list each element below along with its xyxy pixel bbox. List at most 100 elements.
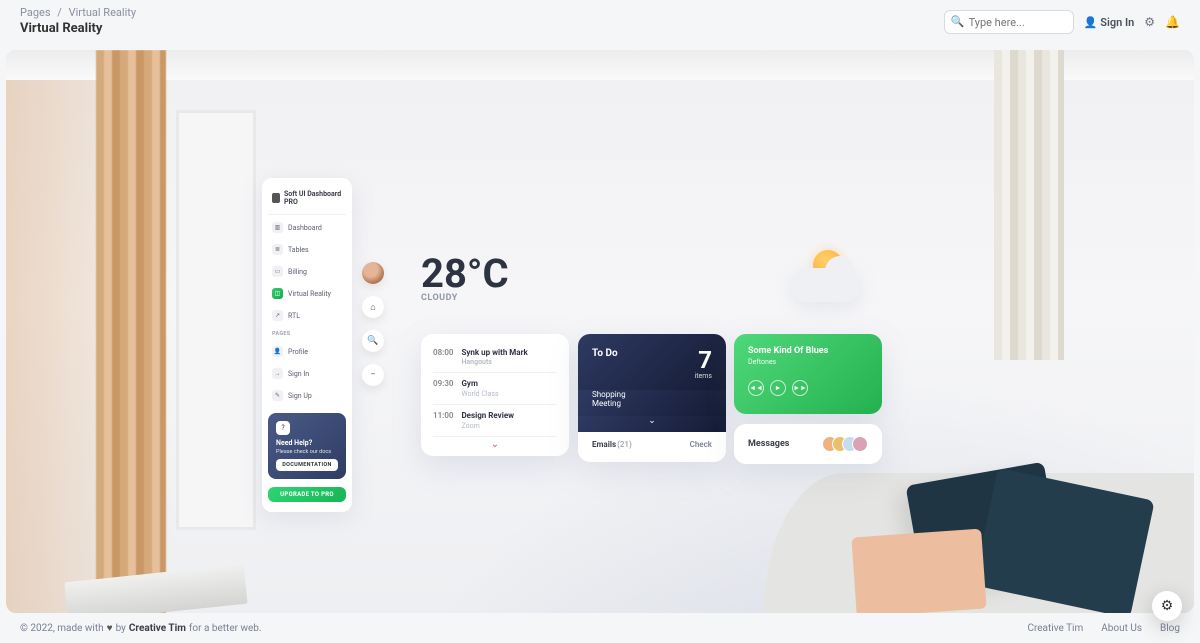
prev-icon: ◄◄	[749, 384, 763, 392]
heart-icon: ♥	[107, 623, 113, 634]
breadcrumb-root[interactable]: Pages	[20, 6, 51, 19]
weather-icon	[791, 250, 871, 310]
music-artist: Deftones	[748, 358, 868, 366]
user-icon: 👤	[1084, 16, 1098, 29]
music-card: Some Kind Of Blues Deftones ◄◄ ► ►►	[734, 334, 882, 414]
sidebar-item-billing[interactable]: ▭ Billing	[268, 262, 346, 281]
vr-icon: ◫	[272, 288, 283, 299]
billing-icon: ▭	[272, 266, 283, 277]
todo-count-label: items	[695, 372, 712, 380]
schedule-sub: World Class	[461, 390, 498, 398]
help-sub: Please check our docs	[276, 449, 338, 455]
avatar-icon	[852, 436, 868, 452]
sidebar-item-rtl[interactable]: ↗ RTL	[268, 306, 346, 325]
dashboard-icon: ▥	[272, 222, 283, 233]
music-title: Some Kind Of Blues	[748, 346, 868, 356]
search-button[interactable]: 🔍	[362, 330, 384, 352]
signup-icon: ✎	[272, 390, 283, 401]
footer-author[interactable]: Creative Tim	[129, 623, 186, 634]
search-icon: 🔍	[951, 15, 965, 28]
schedule-title: Gym	[461, 379, 498, 388]
messages-card[interactable]: Messages	[734, 424, 882, 464]
schedule-title: Design Review	[461, 411, 514, 420]
sidebar: Soft UI Dashboard PRO ▥ Dashboard ≣ Tabl…	[262, 178, 352, 512]
help-icon: ?	[276, 421, 290, 435]
sidebar-item-tables[interactable]: ≣ Tables	[268, 240, 346, 259]
signin-label: Sign In	[1100, 16, 1134, 29]
todo-line: Shopping	[592, 390, 712, 399]
settings-fab[interactable]: ⚙	[1152, 591, 1182, 621]
schedule-title: Synk up with Mark	[461, 348, 527, 357]
emails-label: Emails	[592, 440, 616, 449]
schedule-expand[interactable]: ⌄	[433, 437, 557, 452]
chevron-down-icon: ⌄	[491, 439, 499, 450]
brand[interactable]: Soft UI Dashboard PRO	[268, 188, 346, 215]
footer-link[interactable]: Blog	[1160, 623, 1180, 634]
home-button[interactable]: ⌂	[362, 296, 384, 318]
todo-count: 7	[695, 348, 712, 372]
signin-link[interactable]: 👤 Sign In	[1084, 16, 1135, 29]
schedule-row[interactable]: 09:30 Gym World Class	[433, 373, 557, 405]
sidebar-item-label: Sign In	[288, 370, 309, 378]
footer-link[interactable]: About Us	[1101, 623, 1142, 634]
page-title: Virtual Reality	[20, 21, 136, 36]
schedule-card: 08:00 Synk up with Mark Hangouts 09:30 G…	[421, 334, 569, 456]
check-link[interactable]: Check	[690, 440, 712, 449]
search-icon: 🔍	[367, 336, 378, 346]
schedule-time: 08:00	[433, 348, 453, 366]
profile-icon: 👤	[272, 346, 283, 357]
footer: © 2022, made with ♥ by Creative Tim for …	[0, 613, 1200, 643]
messages-label: Messages	[748, 439, 789, 449]
search[interactable]: 🔍	[944, 10, 1074, 34]
avatar[interactable]	[362, 262, 384, 284]
gear-icon: ⚙	[1161, 598, 1174, 614]
sidebar-item-label: Profile	[288, 348, 308, 356]
tables-icon: ≣	[272, 244, 283, 255]
sidebar-item-label: Virtual Reality	[288, 290, 331, 298]
upgrade-button[interactable]: UPGRADE TO PRO	[268, 487, 346, 502]
footer-link[interactable]: Creative Tim	[1027, 623, 1083, 634]
schedule-sub: Zoom	[461, 422, 514, 430]
schedule-tag: Hangouts	[461, 358, 491, 366]
breadcrumb[interactable]: Pages / Virtual Reality	[20, 6, 136, 19]
todo-line: Meeting	[592, 399, 712, 408]
rtl-icon: ↗	[272, 310, 283, 321]
music-next-button[interactable]: ►►	[792, 380, 808, 396]
next-icon: ►►	[793, 384, 807, 392]
gear-icon[interactable]: ⚙	[1144, 15, 1155, 29]
mini-nav: ⌂ 🔍 −	[362, 262, 384, 386]
sidebar-section-pages: PAGES	[268, 325, 346, 339]
help-title: Need Help?	[276, 439, 338, 447]
sidebar-item-signup[interactable]: ✎ Sign Up	[268, 386, 346, 405]
breadcrumb-sep: /	[57, 6, 62, 19]
minus-icon: −	[370, 370, 375, 380]
play-icon: ►	[775, 384, 782, 392]
help-card: ? Need Help? Please check our docs DOCUM…	[268, 413, 346, 479]
footer-suffix: for a better web.	[189, 623, 262, 634]
sidebar-item-virtual-reality[interactable]: ◫ Virtual Reality	[268, 284, 346, 303]
weather: 28°C CLOUDY	[421, 250, 509, 303]
documentation-button[interactable]: DOCUMENTATION	[276, 459, 338, 471]
bell-icon[interactable]: 🔔	[1165, 15, 1180, 29]
brand-logo-icon	[272, 193, 280, 203]
sidebar-item-profile[interactable]: 👤 Profile	[268, 342, 346, 361]
footer-by: by	[116, 623, 126, 634]
sidebar-item-label: Tables	[288, 246, 309, 254]
schedule-row[interactable]: 11:00 Design Review Zoom	[433, 405, 557, 437]
chevron-down-icon: ⌄	[648, 416, 656, 426]
room-background: Soft UI Dashboard PRO ▥ Dashboard ≣ Tabl…	[6, 50, 1194, 613]
signin-icon: →	[272, 368, 283, 379]
breadcrumb-current[interactable]: Virtual Reality	[69, 6, 136, 19]
sidebar-item-dashboard[interactable]: ▥ Dashboard	[268, 218, 346, 237]
minimize-button[interactable]: −	[362, 364, 384, 386]
schedule-time: 09:30	[433, 379, 453, 398]
todo-expand[interactable]: ⌄	[578, 416, 726, 432]
sidebar-item-label: Billing	[288, 268, 307, 276]
music-play-button[interactable]: ►	[770, 380, 786, 396]
emails-count: (21)	[617, 440, 632, 449]
sidebar-item-signin[interactable]: → Sign In	[268, 364, 346, 383]
sidebar-item-label: RTL	[288, 312, 300, 320]
schedule-row[interactable]: 08:00 Synk up with Mark Hangouts	[433, 342, 557, 373]
music-prev-button[interactable]: ◄◄	[748, 380, 764, 396]
schedule-time: 11:00	[433, 411, 453, 430]
